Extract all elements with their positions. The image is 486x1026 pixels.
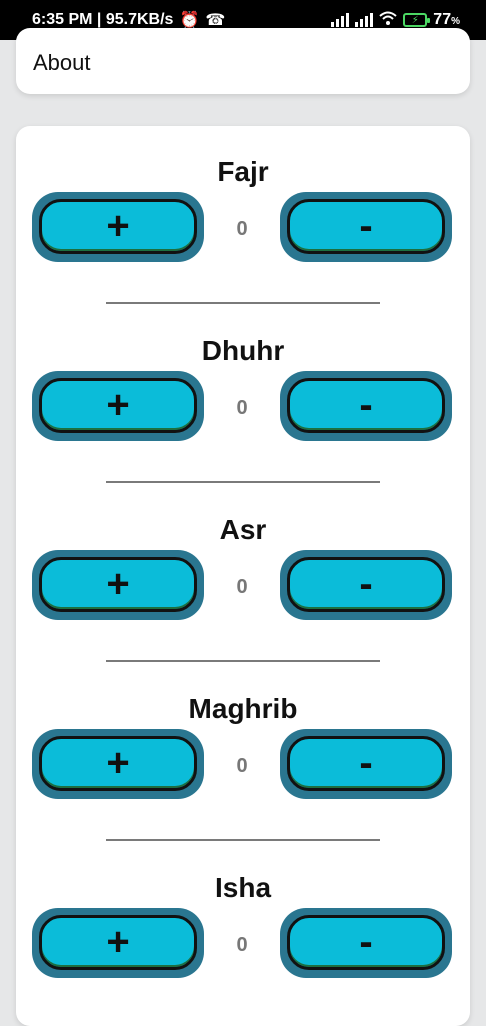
plus-icon: +	[39, 199, 197, 254]
status-right: ⚡ 77%	[331, 11, 460, 30]
divider	[106, 839, 380, 841]
prayer-row-maghrib: Maghrib + 0 -	[16, 663, 470, 841]
prayer-name: Dhuhr	[201, 335, 285, 366]
prayer-row-dhuhr: Dhuhr + 0 -	[16, 305, 470, 483]
prayer-name: Maghrib	[188, 693, 298, 724]
prayer-count: 0	[236, 397, 248, 419]
status-time-speed: 6:35 PM | 95.7KB/s	[32, 11, 174, 28]
about-label[interactable]: About	[33, 50, 91, 76]
prayer-count: 0	[236, 576, 248, 598]
minus-icon: -	[287, 378, 445, 433]
prayer-name: Asr	[219, 514, 267, 545]
battery-icon: ⚡	[403, 13, 431, 27]
divider	[106, 481, 380, 483]
prayer-name: Isha	[214, 872, 272, 903]
missed-call-icon: ☎	[205, 12, 226, 29]
decrement-button[interactable]: -	[280, 371, 452, 441]
increment-button[interactable]: +	[32, 908, 204, 978]
signal-icon	[331, 13, 350, 27]
prayer-row-isha: Isha + 0 -	[16, 842, 470, 1002]
decrement-button[interactable]: -	[280, 550, 452, 620]
plus-icon: +	[39, 557, 197, 612]
increment-button[interactable]: +	[32, 550, 204, 620]
increment-button[interactable]: +	[32, 192, 204, 262]
prayer-count: 0	[236, 218, 248, 240]
increment-button[interactable]: +	[32, 729, 204, 799]
increment-button[interactable]: +	[32, 371, 204, 441]
decrement-button[interactable]: -	[280, 908, 452, 978]
divider	[106, 660, 380, 662]
divider	[106, 302, 380, 304]
prayer-row-fajr: Fajr + 0 -	[16, 126, 470, 304]
decrement-button[interactable]: -	[280, 192, 452, 262]
status-left: 6:35 PM | 95.7KB/s ⏰ ☎	[32, 10, 225, 30]
plus-icon: +	[39, 915, 197, 970]
signal-icon	[355, 13, 374, 27]
minus-icon: -	[287, 736, 445, 791]
minus-icon: -	[287, 199, 445, 254]
prayer-count: 0	[236, 934, 248, 956]
prayer-row-asr: Asr + 0 -	[16, 484, 470, 662]
plus-icon: +	[39, 378, 197, 433]
battery-unit: %	[451, 16, 460, 27]
decrement-button[interactable]: -	[280, 729, 452, 799]
prayer-count: 0	[236, 755, 248, 777]
about-card[interactable]: About	[16, 28, 470, 94]
alarm-icon: ⏰	[179, 12, 200, 29]
wifi-icon	[379, 11, 397, 30]
battery-percent: 77	[433, 11, 452, 28]
minus-icon: -	[287, 557, 445, 612]
minus-icon: -	[287, 915, 445, 970]
prayer-name: Fajr	[217, 156, 269, 187]
prayer-counter-card: Fajr + 0 - Dhuhr + 0 - Asr + 0 - Maghrib	[16, 126, 470, 1026]
plus-icon: +	[39, 736, 197, 791]
